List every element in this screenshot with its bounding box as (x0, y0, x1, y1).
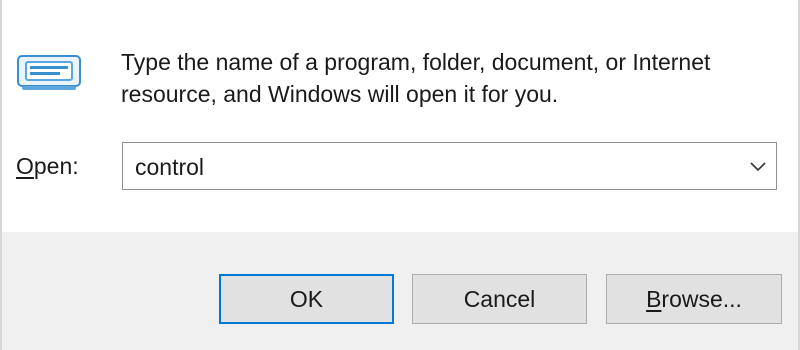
dialog-content-area: Type the name of a program, folder, docu… (2, 0, 798, 232)
cancel-button-label: Cancel (463, 285, 536, 312)
open-label-accelerator: O (16, 153, 34, 179)
instructions-line-2: resource, and Windows will open it for y… (121, 81, 559, 107)
open-label-text: pen: (33, 153, 79, 179)
open-input[interactable]: control (135, 154, 204, 181)
ok-button[interactable]: OK (219, 274, 394, 324)
open-label: Open: (16, 153, 79, 180)
open-combobox[interactable]: control (122, 142, 777, 190)
instructions-line-1: Type the name of a program, folder, docu… (121, 49, 711, 75)
instructions-text: Type the name of a program, folder, docu… (121, 46, 781, 110)
chevron-down-icon[interactable] (748, 157, 768, 175)
ok-button-label: OK (289, 285, 324, 312)
browse-button-label: rowse... (661, 285, 742, 312)
run-dialog-icon (17, 55, 81, 90)
run-dialog: Type the name of a program, folder, docu… (0, 0, 800, 350)
browse-button-accelerator: B (646, 285, 662, 312)
cancel-button[interactable]: Cancel (412, 274, 587, 324)
browse-button[interactable]: Browse... (606, 274, 782, 324)
